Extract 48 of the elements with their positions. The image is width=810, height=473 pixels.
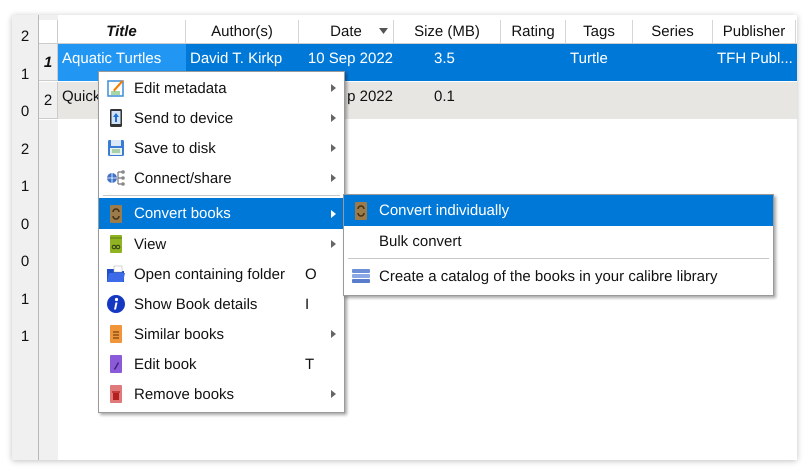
table-cell: TFH Publ...	[717, 50, 793, 67]
table-cell: David T. Kirkp	[190, 50, 282, 67]
edit-icon	[106, 78, 126, 98]
column-header[interactable]: Publisher	[713, 20, 796, 43]
column-header[interactable]: Series	[633, 20, 713, 43]
column-header[interactable]: Author(s)	[186, 20, 299, 43]
menu-item[interactable]: Save to disk	[99, 133, 344, 163]
menu-item[interactable]: Remove books	[99, 379, 344, 409]
menu-item[interactable]: Open containing folder O	[99, 259, 344, 289]
table-cell: Quick	[62, 88, 100, 105]
menu-item[interactable]: Create a catalog of the books in your calibre library	[344, 261, 773, 291]
row-number: 2	[39, 82, 58, 119]
table-cell: p 2022	[347, 88, 393, 105]
sort-icon	[379, 28, 388, 34]
column-header[interactable]: Size (MB)	[394, 20, 501, 43]
count-label: 1	[20, 328, 30, 347]
table-cell: 0.1	[434, 88, 455, 105]
count-label: 2	[20, 140, 30, 160]
count-label: 2	[20, 28, 30, 47]
menu-item[interactable]: Show Book details I	[99, 289, 344, 319]
save-icon	[106, 138, 126, 158]
menu-item[interactable]: Bulk convert	[344, 226, 773, 256]
column-header[interactable]: Tags	[566, 20, 633, 43]
column-header[interactable]: Title	[58, 20, 186, 43]
count-label: 0	[20, 253, 30, 272]
folder-icon	[106, 264, 126, 284]
count-label: 1	[20, 178, 30, 197]
table-cell: 10 Sep 2022	[308, 50, 393, 67]
menu-item[interactable]: Edit book T	[99, 349, 344, 379]
table-cell: 3.5	[434, 50, 455, 67]
menu-item[interactable]: Convert books	[99, 198, 344, 229]
count-label: 1	[20, 66, 30, 84]
menu-item[interactable]: Similar books	[99, 319, 344, 349]
count-label: 0	[20, 216, 30, 234]
menu-item[interactable]: Edit metadata	[99, 73, 344, 103]
info-icon	[106, 294, 126, 314]
share-icon	[106, 168, 126, 188]
table-cell: Turtle	[570, 50, 608, 67]
column-header[interactable]: Rating	[501, 20, 566, 43]
table-cell: Aquatic Turtles	[62, 50, 162, 67]
menu-item[interactable]: Send to device	[99, 103, 344, 133]
count-label: 0	[20, 103, 30, 122]
column-header[interactable]: Date	[299, 20, 394, 43]
menu-item[interactable]: View	[99, 229, 344, 259]
menu-item[interactable]: Connect/share	[99, 163, 344, 193]
menu-item[interactable]: Convert individually	[344, 195, 773, 226]
row-number: 1	[39, 44, 58, 81]
count-label: 1	[20, 290, 30, 310]
